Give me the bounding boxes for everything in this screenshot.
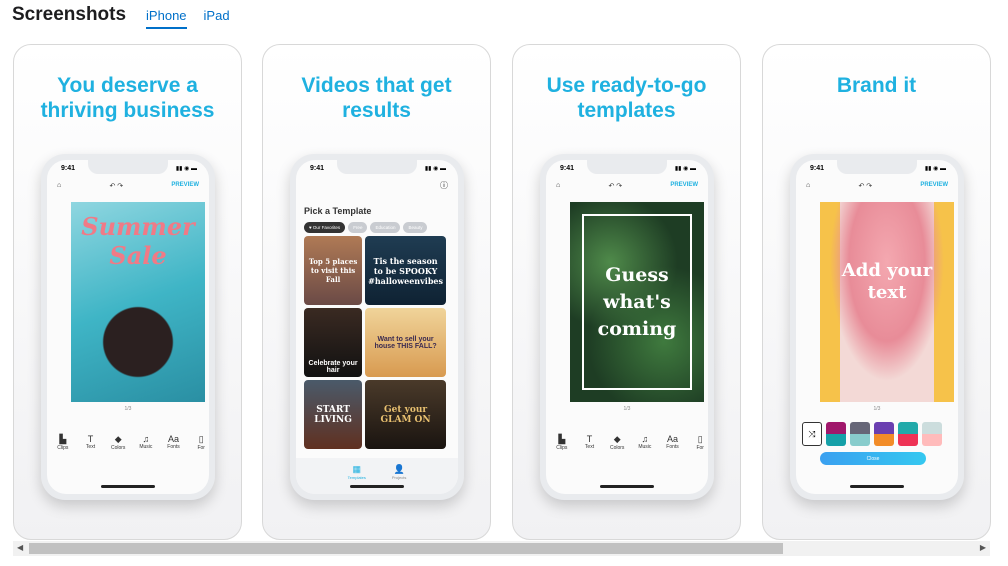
chip-education: Education [370, 222, 401, 233]
tool-clips: ▙ Clips [556, 434, 568, 451]
screenshots-header: Screenshots iPhone iPad [12, 4, 247, 29]
chip-favorites: ♥ Our Favorites [304, 222, 346, 233]
status-time: 9:41 [560, 165, 575, 172]
template-tile: Tis the season to be SPOOKY #halloweenvi… [365, 236, 446, 305]
undo-redo-icon: ↶ ↷ [858, 183, 873, 190]
help-icon: ⓘ [440, 181, 448, 190]
swatch [850, 422, 870, 446]
scroll-right-icon[interactable]: ▶ [980, 543, 986, 552]
tab-templates: ▦ Templates [347, 464, 366, 480]
caption: Brand it [836, 74, 917, 97]
signal-icon: ▮▮ ◉ ▬ [424, 166, 446, 172]
swatch [898, 422, 918, 446]
status-time: 9:41 [310, 165, 325, 172]
phone-mockup: 9:41 ▮▮ ◉ ▬ ⓘ Pick a Template ♥ Our Favo… [290, 154, 464, 500]
swatch [826, 422, 846, 446]
tab-iphone[interactable]: iPhone [146, 8, 187, 29]
home-icon: ⌂ [57, 182, 62, 189]
undo-redo-icon: ↶ ↷ [608, 183, 623, 190]
phone-mockup: 9:41 ▮▮ ◉ ▬ ⌂ ↶ ↷ PREVIEW Guess what's com… [540, 154, 714, 500]
phone-mockup: 9:41 ▮▮ ◉ ▬ ⌂ ↶ ↷ PREVIEW Summer Sale 1/3 … [41, 154, 215, 500]
tool-text: T Text [584, 434, 595, 450]
screenshot-card-2[interactable]: Videos that get results 9:41 ▮▮ ◉ ▬ ⓘ Pi… [262, 44, 491, 540]
chip-beauty: Beauty [403, 222, 428, 233]
template-tile: Top 5 places to visit this Fall [304, 236, 363, 305]
preview-label: PREVIEW [670, 182, 698, 188]
screenshot-card-3[interactable]: Use ready-to-go templates 9:41 ▮▮ ◉ ▬ ⌂ ↶… [512, 44, 741, 540]
scroll-left-icon[interactable]: ◀ [17, 543, 23, 552]
signal-icon: ▮▮ ◉ ▬ [175, 166, 197, 172]
tool-colors: ◆ Colors [110, 434, 126, 451]
screenshot-card-1[interactable]: You deserve a thriving business 9:41 ▮▮ … [13, 44, 242, 540]
page-indicator: 1/3 [124, 406, 132, 412]
media-preview: Add your text [820, 202, 954, 402]
tool-format: ▯ For [696, 434, 704, 451]
signal-icon: ▮▮ ◉ ▬ [924, 166, 946, 172]
color-palette: ⤨ [802, 422, 942, 446]
template-title: Pick a Template [304, 206, 372, 216]
home-icon: ⌂ [806, 182, 811, 189]
home-icon: ⌂ [556, 182, 561, 189]
tab-projects: 👤 Projects [391, 464, 407, 480]
undo-redo-icon: ↶ ↷ [109, 183, 124, 190]
swatch [874, 422, 894, 446]
page-indicator: 1/3 [623, 406, 631, 412]
close-button: Close [820, 452, 926, 465]
scrollbar-thumb[interactable] [29, 543, 783, 554]
tool-music: ♫ Music [638, 434, 652, 450]
section-title: Screenshots [12, 4, 127, 25]
caption: Videos that get results [301, 74, 452, 122]
media-preview: Guess what's coming [570, 202, 704, 402]
caption: You deserve a thriving business [40, 74, 215, 122]
tool-format: ▯ For [197, 434, 205, 451]
caption: Use ready-to-go templates [546, 74, 707, 122]
tool-text: T Text [85, 434, 96, 450]
tool-colors: ◆ Colors [609, 434, 625, 451]
chip-free: Free [348, 222, 368, 233]
status-time: 9:41 [810, 165, 825, 172]
page-indicator: 1/3 [873, 406, 881, 412]
tool-clips: ▙ Clips [57, 434, 69, 451]
tool-music: ♫ Music [139, 434, 153, 450]
horizontal-scrollbar[interactable]: ◀ ▶ [13, 541, 990, 556]
template-tile: Celebrate your hair [304, 308, 363, 377]
template-tile: START LIVING [304, 380, 363, 449]
phone-mockup: 9:41 ▮▮ ◉ ▬ ⌂ ↶ ↷ PREVIEW Add your text 1/… [790, 154, 964, 500]
preview-label: PREVIEW [920, 182, 948, 188]
tool-fonts: Aa Fonts [666, 434, 679, 450]
template-tile: Want to sell your house THIS FALL? [365, 308, 446, 377]
tab-ipad[interactable]: iPad [204, 8, 230, 27]
screenshot-card-4[interactable]: Brand it 9:41 ▮▮ ◉ ▬ ⌂ ↶ ↷ PREVIEW Add you… [762, 44, 991, 540]
preview-label: PREVIEW [171, 182, 199, 188]
media-preview: Summer Sale [71, 202, 205, 402]
shuffle-icon: ⤨ [802, 422, 822, 446]
template-tile: Get your GLAM ON [365, 380, 446, 449]
status-time: 9:41 [61, 165, 76, 172]
swatch [922, 422, 942, 446]
signal-icon: ▮▮ ◉ ▬ [674, 166, 696, 172]
tool-fonts: Aa Fonts [167, 434, 180, 450]
